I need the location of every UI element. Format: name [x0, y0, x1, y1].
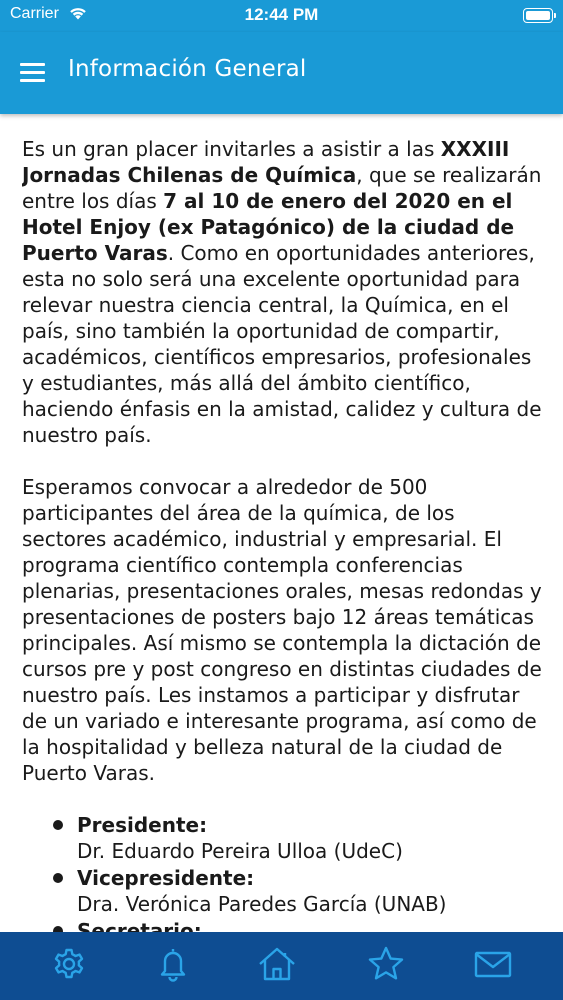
officer-name: Dra. Verónica Paredes García (UNAB)	[77, 892, 447, 916]
app-bar: Información General	[0, 32, 563, 114]
hamburger-menu-icon[interactable]	[14, 54, 50, 90]
officer-role: Presidente:	[77, 813, 208, 837]
settings-gear-icon[interactable]	[49, 944, 89, 984]
notifications-bell-icon[interactable]	[153, 944, 193, 984]
home-icon[interactable]	[257, 944, 297, 984]
officer-role: Vicepresidente:	[77, 866, 255, 890]
intro-text-1: Es un gran placer invitarles a asistir a…	[22, 137, 441, 161]
favorites-star-icon[interactable]	[366, 944, 406, 984]
status-time: 12:44 PM	[244, 5, 319, 24]
page-title: Información General	[68, 56, 307, 82]
program-paragraph: Esperamos convocar a alrededor de 500 pa…	[22, 475, 542, 785]
intro-paragraph: Es un gran placer invitarles a asistir a…	[22, 136, 544, 448]
list-item: Presidente: Dr. Eduardo Pereira Ulloa (Ud…	[53, 812, 544, 864]
list-item: Vicepresidente: Dra. Verónica Paredes Gar…	[53, 865, 544, 917]
list-item: Secretario:	[53, 918, 544, 932]
officer-name: Dr. Eduardo Pereira Ulloa (UdeC)	[77, 839, 403, 863]
officer-role: Secretario:	[77, 919, 202, 932]
intro-text-3: . Como en oportunidades anteriores, esta…	[22, 241, 542, 447]
mail-envelope-icon[interactable]	[473, 944, 513, 984]
status-bar: Carrier 12:44 PM	[0, 0, 563, 32]
battery-icon	[523, 8, 556, 23]
bottom-tab-bar	[0, 932, 563, 1000]
content-scroll-area[interactable]: Es un gran placer invitarles a asistir a…	[22, 136, 544, 932]
officers-list: Presidente: Dr. Eduardo Pereira Ulloa (Ud…	[22, 812, 544, 932]
